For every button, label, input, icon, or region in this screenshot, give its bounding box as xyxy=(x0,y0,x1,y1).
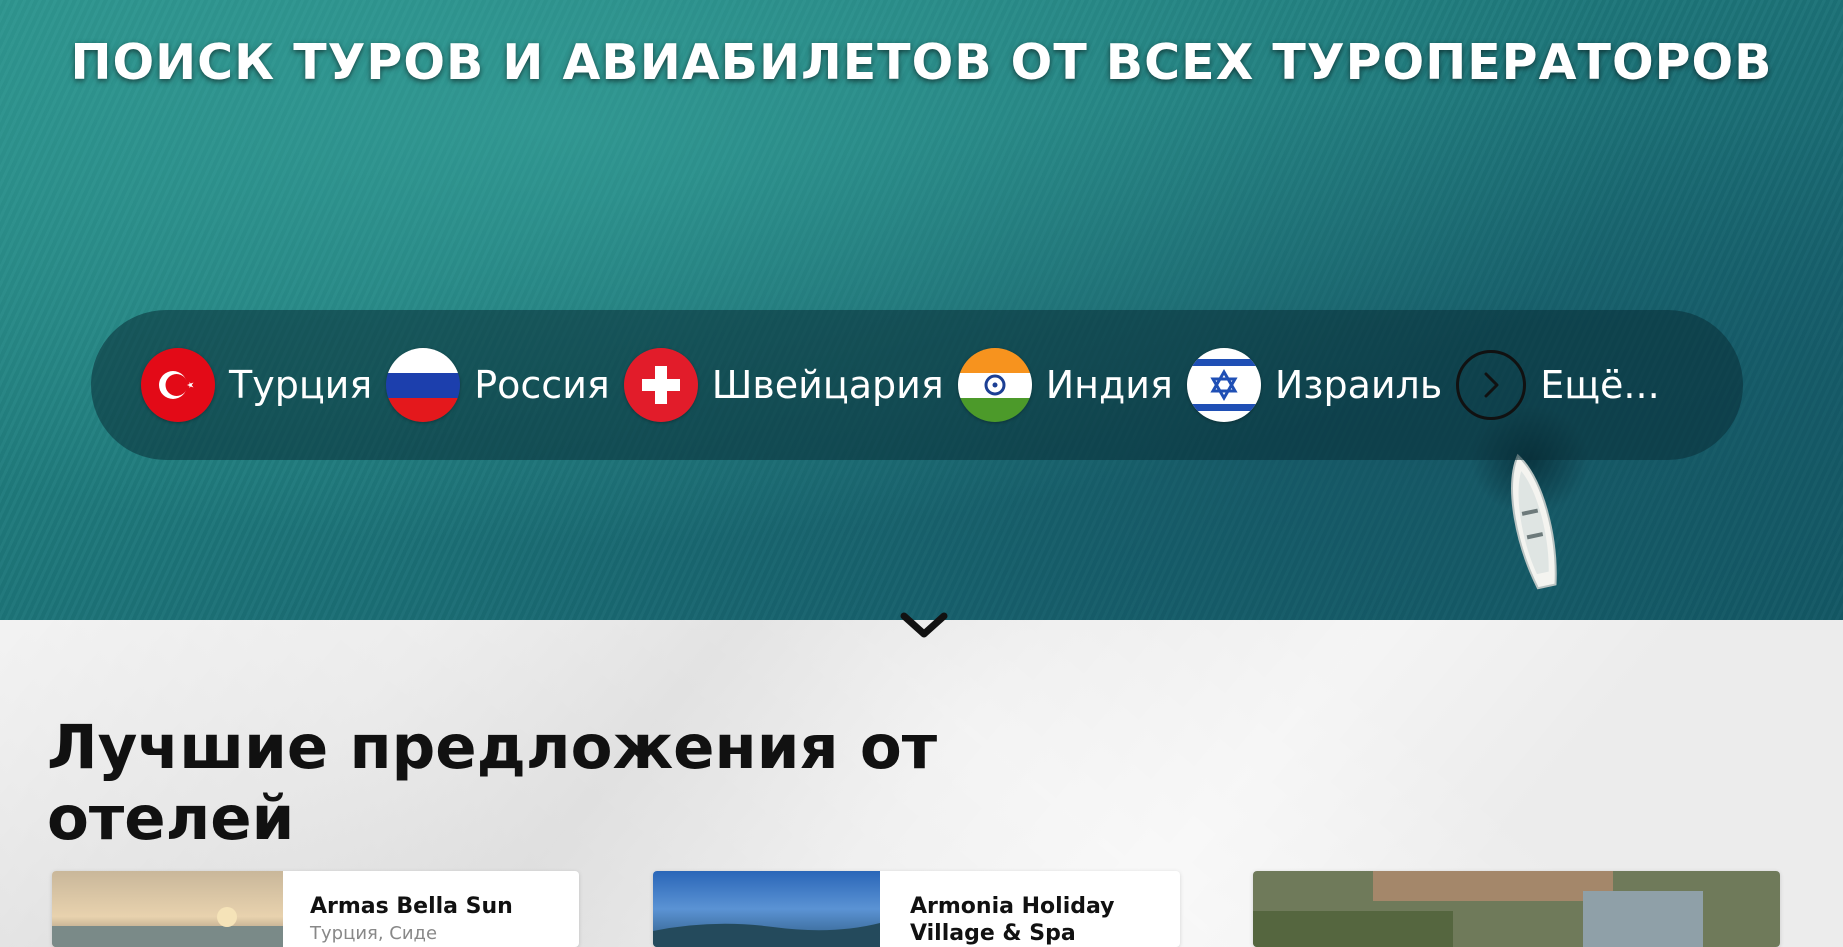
country-russia[interactable]: Россия xyxy=(386,348,610,422)
hotel-card[interactable]: Armas Bella Sun Турция, Сиде xyxy=(52,871,579,947)
country-label: Индия xyxy=(1045,363,1173,407)
country-switzerland[interactable]: Швейцария xyxy=(623,348,944,422)
hero-title: ПОИСК ТУРОВ И АВИАБИЛЕТОВ ОТ ВСЕХ ТУРОПЕ… xyxy=(70,34,1773,91)
hotel-location: Турция, Сиде xyxy=(310,923,438,944)
country-label: Швейцария xyxy=(711,363,944,407)
country-label: Россия xyxy=(474,363,610,407)
hotel-card[interactable]: Armonia Holiday Village & Spa xyxy=(653,871,1180,947)
country-israel[interactable]: Израиль xyxy=(1186,348,1443,422)
india-flag-icon xyxy=(957,348,1032,422)
russia-flag-icon xyxy=(386,348,461,422)
more-countries-button[interactable]: Ещё... xyxy=(1456,350,1660,420)
country-india[interactable]: Индия xyxy=(957,348,1173,422)
hotel-photo xyxy=(653,871,880,947)
hotel-card[interactable] xyxy=(1253,871,1780,947)
section-title: Лучшие предложения от отелей xyxy=(47,712,938,854)
turkey-flag-icon xyxy=(141,348,215,422)
country-label: Турция xyxy=(229,363,373,407)
country-label: Израиль xyxy=(1274,363,1443,407)
more-label: Ещё... xyxy=(1540,363,1660,407)
hotel-photo xyxy=(52,871,283,947)
hero-banner: ПОИСК ТУРОВ И АВИАБИЛЕТОВ ОТ ВСЕХ ТУРОПЕ… xyxy=(0,0,1843,620)
hotel-name: Armas Bella Sun xyxy=(310,894,513,919)
chevron-down-icon[interactable] xyxy=(898,610,950,642)
country-turkey[interactable]: Турция xyxy=(141,348,372,422)
country-selector: Турция Россия Швейцария Индия Израиль Ещ… xyxy=(91,310,1743,460)
switzerland-flag-icon xyxy=(623,348,698,422)
chevron-right-icon xyxy=(1456,350,1527,420)
hotel-name: Armonia Holiday Village & Spa xyxy=(910,894,1115,946)
hotel-photo xyxy=(1253,871,1780,947)
israel-flag-icon xyxy=(1186,348,1261,422)
